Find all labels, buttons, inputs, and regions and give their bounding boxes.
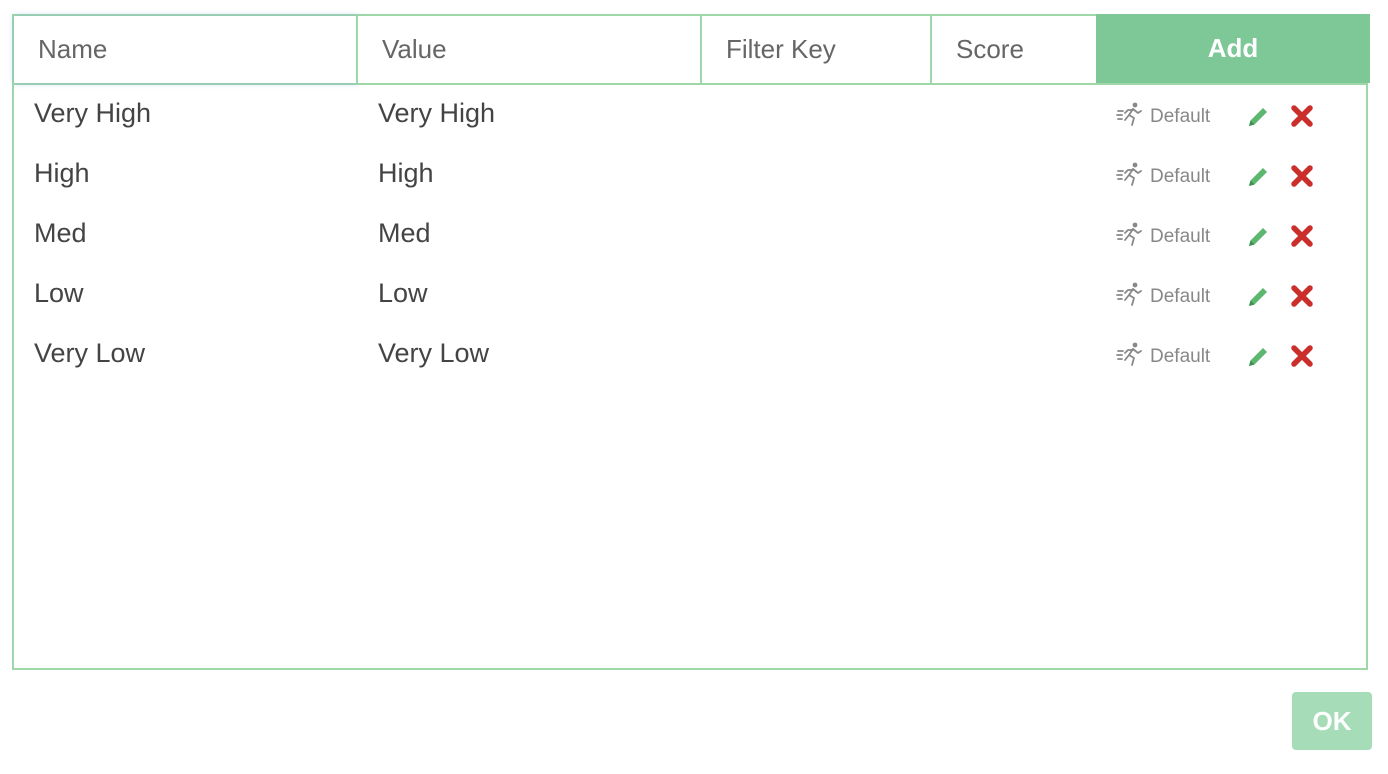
x-icon[interactable] [1290, 104, 1314, 128]
entry-name: Very High [34, 98, 152, 128]
set-default-button[interactable]: Default [1116, 342, 1211, 371]
set-default-button[interactable]: Default [1116, 102, 1211, 131]
entry-name: High [34, 158, 90, 188]
default-label: Default [1150, 106, 1211, 127]
default-label: Default [1150, 226, 1211, 247]
default-label: Default [1150, 346, 1211, 367]
runner-icon [1116, 100, 1146, 135]
entry-value: Very Low [378, 338, 490, 368]
value-input[interactable] [358, 16, 702, 83]
entry-value: Med [378, 218, 431, 248]
list-item: High High Default [14, 145, 1366, 205]
x-icon[interactable] [1290, 224, 1314, 248]
pencil-icon[interactable] [1244, 343, 1272, 371]
runner-icon [1116, 280, 1146, 315]
x-icon[interactable] [1290, 284, 1314, 308]
entry-name: Very Low [34, 338, 146, 368]
runner-icon [1116, 220, 1146, 255]
list-item: Low Low Default [14, 265, 1366, 325]
x-icon[interactable] [1290, 164, 1314, 188]
entries-list: Very High Very High Default High High De… [14, 85, 1366, 385]
x-icon[interactable] [1290, 344, 1314, 368]
list-editor-panel: Add Very High Very High Default High Hig… [12, 14, 1370, 670]
entry-value: Low [378, 278, 428, 308]
list-item: Med Med Default [14, 205, 1366, 265]
filter-key-input[interactable] [702, 16, 932, 83]
runner-icon [1116, 160, 1146, 195]
pencil-icon[interactable] [1244, 223, 1272, 251]
default-label: Default [1150, 286, 1211, 307]
entry-value: Very High [378, 98, 496, 128]
entry-name: Med [34, 218, 87, 248]
entry-name: Low [34, 278, 84, 308]
add-button[interactable]: Add [1096, 14, 1370, 83]
pencil-icon[interactable] [1244, 163, 1272, 191]
set-default-button[interactable]: Default [1116, 162, 1211, 191]
name-input[interactable] [14, 16, 358, 83]
set-default-button[interactable]: Default [1116, 222, 1211, 251]
list-item: Very Low Very Low Default [14, 325, 1366, 385]
score-input[interactable] [932, 16, 1096, 83]
default-label: Default [1150, 166, 1211, 187]
pencil-icon[interactable] [1244, 283, 1272, 311]
add-row: Add [14, 14, 1370, 85]
runner-icon [1116, 340, 1146, 375]
pencil-icon[interactable] [1244, 103, 1272, 131]
ok-button[interactable]: OK [1292, 692, 1372, 750]
set-default-button[interactable]: Default [1116, 282, 1211, 311]
entry-value: High [378, 158, 434, 188]
list-item: Very High Very High Default [14, 85, 1366, 145]
